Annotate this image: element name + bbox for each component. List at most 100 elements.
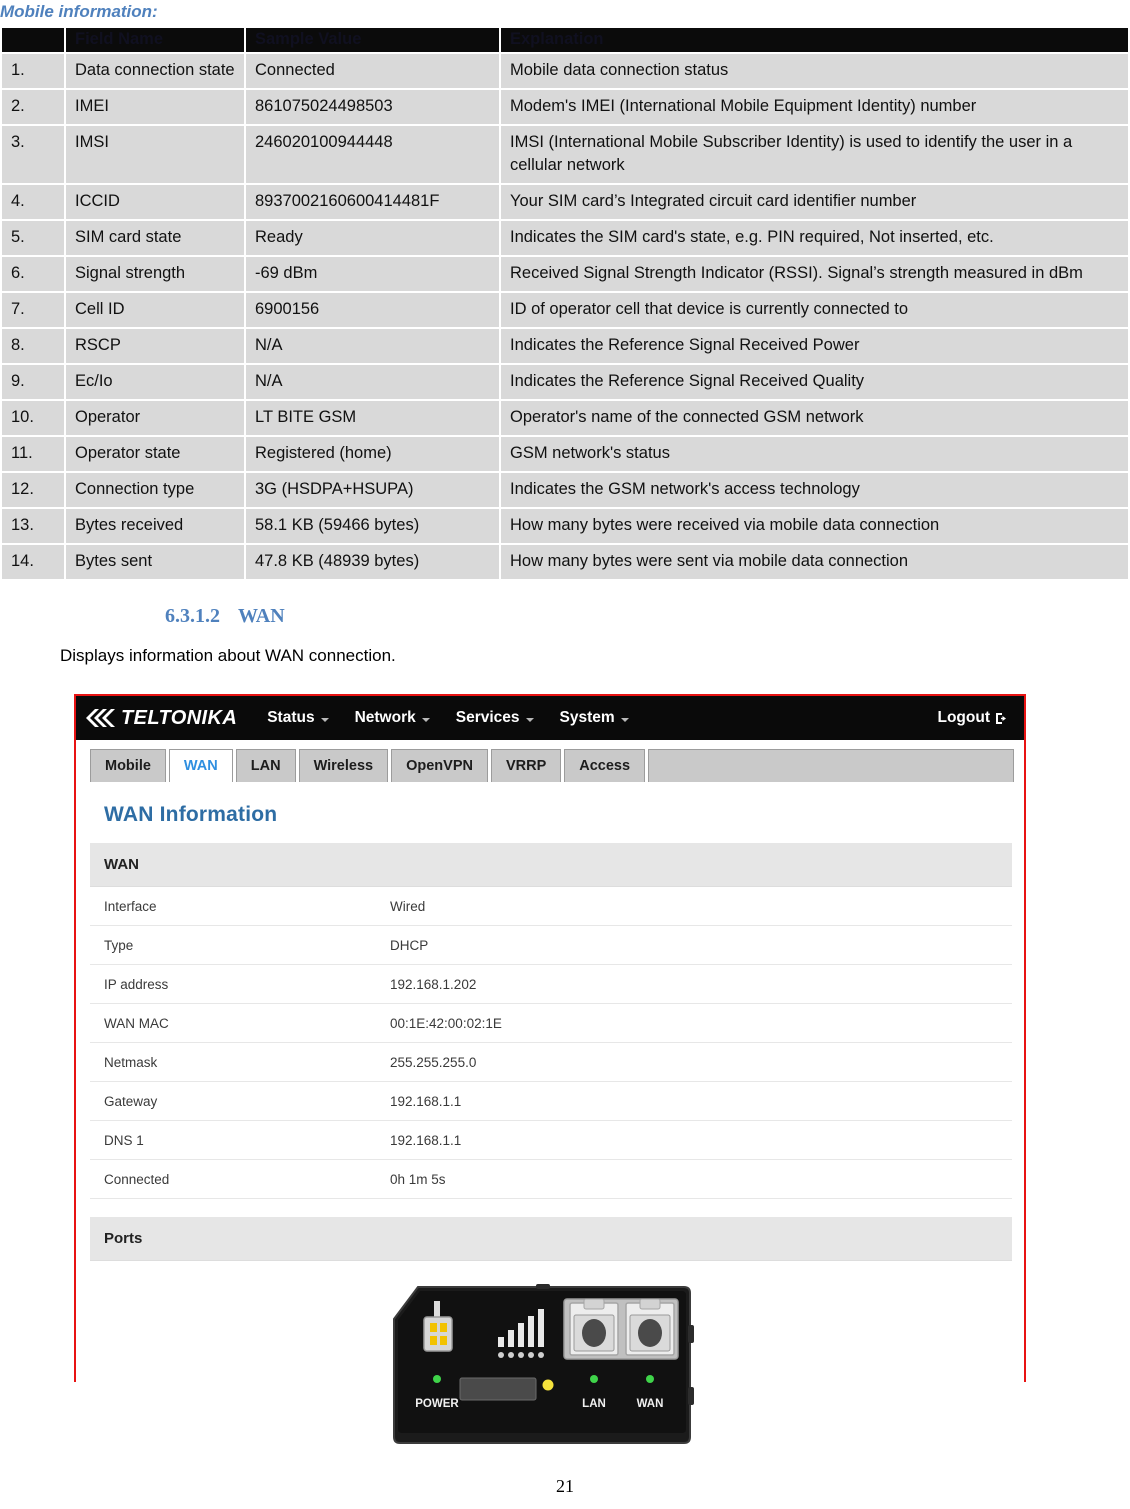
wan-info-key: Type bbox=[104, 937, 134, 953]
section-number: 6.3.1.2 bbox=[165, 605, 220, 627]
teltonika-logo[interactable]: TELTONIKA bbox=[86, 707, 237, 730]
row-field-name: Data connection state bbox=[64, 52, 246, 90]
menu-item-network[interactable]: Network bbox=[355, 709, 430, 727]
row-index: 5. bbox=[0, 219, 66, 257]
wan-info-row: Connected 0h 1m 5s bbox=[90, 1160, 1012, 1199]
panel-title: WAN Information bbox=[104, 803, 278, 826]
row-explanation: GSM network's status bbox=[499, 435, 1130, 473]
menu-item-services[interactable]: Services bbox=[456, 709, 534, 727]
row-sample-value: 6900156 bbox=[244, 291, 501, 329]
row-explanation: Operator's name of the connected GSM net… bbox=[499, 399, 1130, 437]
row-sample-value: 47.8 KB (48939 bytes) bbox=[244, 543, 501, 581]
wan-info-key: Connected bbox=[104, 1171, 170, 1187]
table-row: 11. Operator state Registered (home) GSM ne… bbox=[0, 435, 1130, 473]
chevron-down-icon bbox=[620, 717, 629, 722]
wan-info-value: Wired bbox=[390, 898, 426, 914]
wan-info-key: Netmask bbox=[104, 1054, 158, 1070]
row-index: 6. bbox=[0, 255, 66, 293]
row-explanation: Indicates the SIM card's state, e.g. PIN… bbox=[499, 219, 1130, 257]
logout-button[interactable]: Logout bbox=[937, 709, 1008, 727]
row-field-name: Operator bbox=[64, 399, 246, 437]
chevron-down-icon bbox=[320, 717, 329, 722]
svg-text:WAN: WAN bbox=[637, 1398, 664, 1410]
row-explanation: Indicates the Reference Signal Received … bbox=[499, 363, 1130, 401]
table-row: 13. Bytes received 58.1 KB (59466 bytes) Ho… bbox=[0, 507, 1130, 545]
row-sample-value: Registered (home) bbox=[244, 435, 501, 473]
row-explanation: Indicates the GSM network's access techn… bbox=[499, 471, 1130, 509]
menu-item-status[interactable]: Status bbox=[267, 709, 329, 727]
menu-item-label: System bbox=[559, 709, 615, 726]
table-row: 10. Operator LT BITE GSM Operator's name of… bbox=[0, 399, 1130, 437]
section-heading: 6.3.1.2 WAN bbox=[0, 603, 1130, 629]
row-field-name: ICCID bbox=[64, 183, 246, 221]
tab-bar: Mobile WAN LAN Wireless OpenVPN VRRP Access bbox=[76, 740, 1024, 783]
main-menu: Status Network Services System bbox=[267, 709, 937, 727]
row-index: 13. bbox=[0, 507, 66, 545]
ports-diagram-area: POWER LAN WAN bbox=[90, 1261, 1012, 1484]
section-title: WAN bbox=[238, 605, 285, 627]
row-sample-value: N/A bbox=[244, 363, 501, 401]
table-row: 14. Bytes sent 47.8 KB (48939 bytes) How ma… bbox=[0, 543, 1130, 581]
brand-name: TELTONIKA bbox=[121, 706, 238, 729]
chevron-down-icon bbox=[525, 717, 534, 722]
wan-info-value: 0h 1m 5s bbox=[390, 1171, 446, 1187]
row-field-name: Signal strength bbox=[64, 255, 246, 293]
wan-info-value: DHCP bbox=[390, 937, 429, 953]
column-header-field-name: Field Name bbox=[64, 26, 246, 54]
table-row: 5. SIM card state Ready Indicates the SIM c… bbox=[0, 219, 1130, 257]
wan-info-key: WAN MAC bbox=[104, 1015, 169, 1031]
menu-item-label: Services bbox=[455, 709, 520, 726]
router-top-navbar: TELTONIKA Status Network Services System Lo… bbox=[76, 696, 1024, 740]
wan-info-row: Netmask 255.255.255.0 bbox=[90, 1043, 1012, 1082]
table-header: Field Name Sample Value Explanation bbox=[0, 26, 1130, 54]
row-explanation: Mobile data connection status bbox=[499, 52, 1130, 90]
logout-label: Logout bbox=[937, 709, 990, 726]
wan-info-value: 192.168.1.1 bbox=[390, 1093, 462, 1109]
row-explanation: ID of operator cell that device is curre… bbox=[499, 291, 1130, 329]
row-field-name: Operator state bbox=[64, 435, 246, 473]
row-index: 2. bbox=[0, 88, 66, 126]
table-row: 2. IMEI 861075024498503 Modem's IMEI (Inter… bbox=[0, 88, 1130, 126]
row-field-name: RSCP bbox=[64, 327, 246, 365]
wan-info-value: 192.168.1.1 bbox=[390, 1132, 462, 1148]
menu-item-system[interactable]: System bbox=[560, 709, 629, 727]
menu-item-label: Network bbox=[354, 709, 416, 726]
tab-wan[interactable]: WAN bbox=[168, 749, 233, 782]
tab-openvpn[interactable]: OpenVPN bbox=[391, 749, 488, 782]
table-row: 8. RSCP N/A Indicates the Reference Signal … bbox=[0, 327, 1130, 365]
row-index: 11. bbox=[0, 435, 66, 473]
row-index: 9. bbox=[0, 363, 66, 401]
svg-text:POWER: POWER bbox=[415, 1398, 459, 1410]
tab-access[interactable]: Access bbox=[564, 749, 646, 782]
tab-wireless[interactable]: Wireless bbox=[298, 749, 389, 782]
svg-text:LAN: LAN bbox=[582, 1398, 606, 1410]
wan-info-key: DNS 1 bbox=[104, 1132, 144, 1148]
wan-info-key: Gateway bbox=[104, 1093, 158, 1109]
table-row: 7. Cell ID 6900156 ID of operator cell that… bbox=[0, 291, 1130, 329]
menu-item-label: Status bbox=[267, 709, 315, 726]
row-index: 10. bbox=[0, 399, 66, 437]
row-field-name: Cell ID bbox=[64, 291, 246, 329]
row-field-name: Ec/Io bbox=[64, 363, 246, 401]
tab-mobile[interactable]: Mobile bbox=[90, 749, 166, 782]
wan-info-row: WAN MAC 00:1E:42:00:02:1E bbox=[90, 1004, 1012, 1043]
row-field-name: Bytes received bbox=[64, 507, 246, 545]
table-row: 12. Connection type 3G (HSDPA+HSUPA) Indica… bbox=[0, 471, 1130, 509]
wan-info-row: Interface Wired bbox=[90, 887, 1012, 926]
row-index: 12. bbox=[0, 471, 66, 509]
row-field-name: SIM card state bbox=[64, 219, 246, 257]
section-intro-text: Displays information about WAN connectio… bbox=[60, 646, 396, 665]
tab-vrrp[interactable]: VRRP bbox=[490, 749, 562, 782]
row-field-name: Connection type bbox=[64, 471, 246, 509]
row-sample-value: 58.1 KB (59466 bytes) bbox=[244, 507, 501, 545]
router-device-image: POWER LAN WAN bbox=[388, 1279, 714, 1460]
row-sample-value: 3G (HSDPA+HSUPA) bbox=[244, 471, 501, 509]
wan-info-value: 255.255.255.0 bbox=[390, 1054, 477, 1070]
column-header-index bbox=[0, 26, 66, 54]
table-row: 9. Ec/Io N/A Indicates the Reference Signal… bbox=[0, 363, 1130, 401]
ports-group-header: Ports bbox=[90, 1217, 1012, 1261]
row-explanation: Received Signal Strength Indicator (RSSI… bbox=[499, 255, 1130, 293]
tab-lan[interactable]: LAN bbox=[235, 749, 296, 782]
logout-icon bbox=[995, 712, 1008, 725]
row-sample-value: 246020100944448 bbox=[244, 124, 501, 185]
